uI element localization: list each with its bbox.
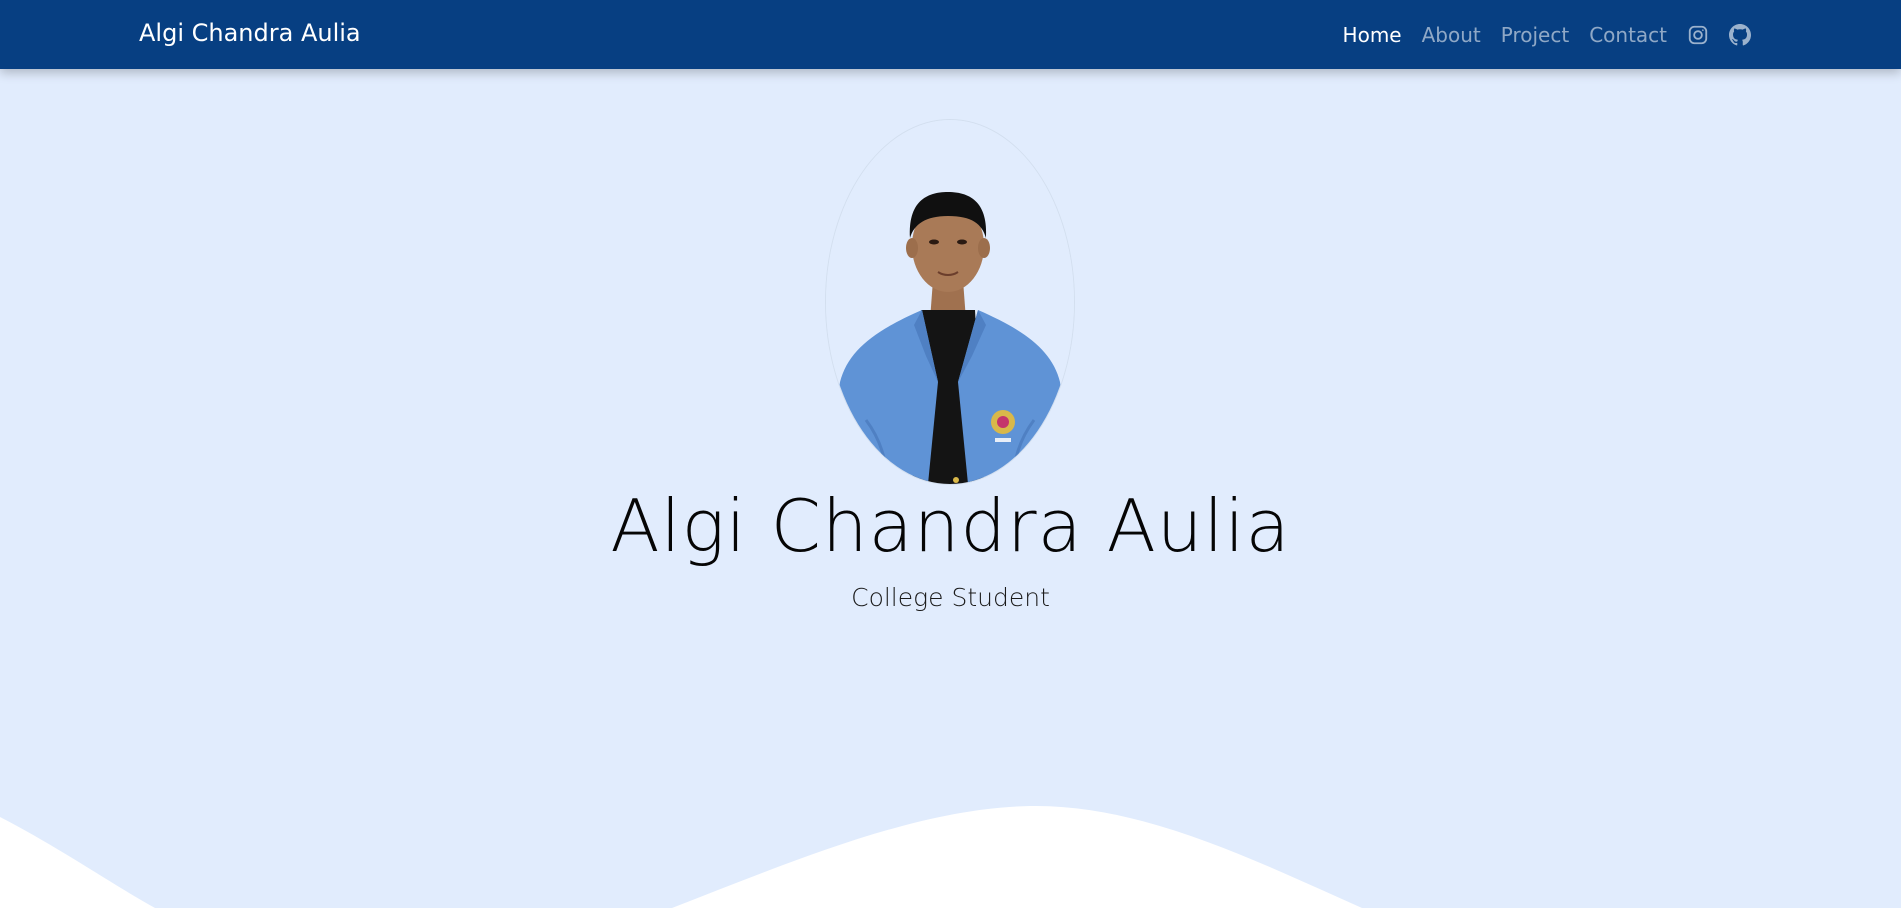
github-icon[interactable]: [1729, 23, 1751, 46]
hero-name: Algi Chandra Aulia: [610, 484, 1291, 568]
nav-link-home[interactable]: Home: [1343, 23, 1402, 47]
navbar: Algi Chandra Aulia Home About Project Co…: [0, 0, 1901, 69]
wave-divider: [0, 805, 1362, 908]
nav-link-contact[interactable]: Contact: [1589, 23, 1667, 47]
nav-link-project[interactable]: Project: [1501, 23, 1569, 47]
nav-links: Home About Project Contact: [1343, 0, 1751, 69]
nav-link-about[interactable]: About: [1422, 23, 1481, 47]
instagram-icon[interactable]: [1687, 24, 1709, 46]
hero-role: College Student: [851, 583, 1050, 612]
profile-photo: [825, 119, 1075, 485]
profile-photo-illustration: [826, 120, 1074, 484]
hero-section: Algi Chandra Aulia College Student: [0, 69, 1901, 908]
brand-link[interactable]: Algi Chandra Aulia: [139, 0, 361, 69]
